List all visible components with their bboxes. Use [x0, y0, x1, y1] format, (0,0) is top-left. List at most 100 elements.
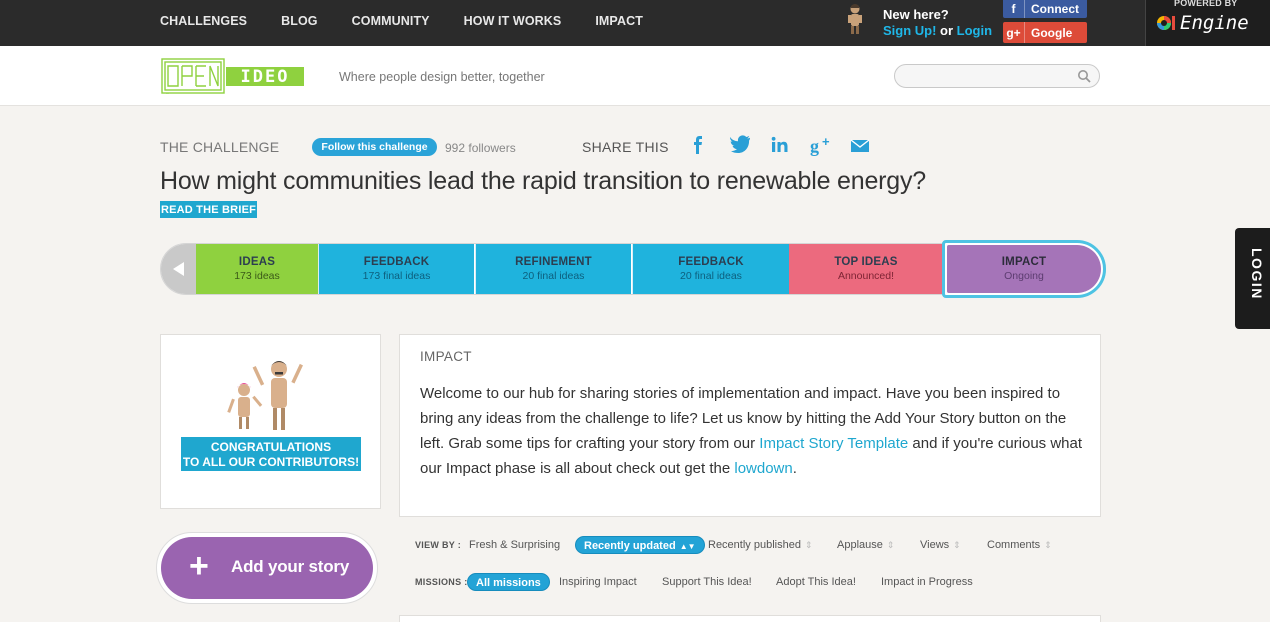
top-bar: CHALLENGES BLOG COMMUNITY HOW IT WORKS I…	[0, 0, 1270, 46]
search-input[interactable]	[894, 64, 1100, 88]
sort-fresh-surprising[interactable]: Fresh & Surprising	[469, 536, 560, 554]
impact-heading: IMPACT	[420, 349, 472, 364]
googleplus-icon[interactable]: g +	[810, 134, 850, 157]
followers-count: 992 followers	[445, 141, 516, 155]
share-icons: g +	[690, 134, 890, 157]
add-story-label: Add your story	[231, 557, 350, 576]
signup-link[interactable]: Sign Up!	[883, 23, 936, 38]
phase-bar: IDEAS 173 ideas FEEDBACK 173 final ideas…	[160, 240, 1106, 298]
congrats-line-2: TO ALL OUR CONTRIBUTORS!	[182, 455, 360, 469]
twitter-icon[interactable]	[730, 135, 770, 157]
powered-by-engine[interactable]: POWERED BY Engine	[1145, 0, 1270, 46]
or-text: or	[936, 23, 957, 38]
mission-impact-in-progress[interactable]: Impact in Progress	[881, 573, 973, 591]
facebook-icon[interactable]	[690, 135, 730, 157]
missions-filter-bar: MISSIONS : All missions Inspiring Impact…	[415, 573, 1015, 591]
phase-top-ideas[interactable]: TOP IDEAS Announced!	[789, 244, 943, 294]
mission-inspiring-impact[interactable]: Inspiring Impact	[559, 573, 637, 591]
sort-recently-updated[interactable]: Recently updated ▲▼	[575, 536, 705, 554]
phase-name: IDEAS	[238, 256, 276, 268]
mission-all[interactable]: All missions	[467, 573, 550, 591]
contributors-illustration	[227, 361, 303, 430]
impact-text-3: .	[792, 460, 797, 477]
sort-arrows-icon: ▲▼	[679, 542, 696, 551]
phase-impact-fill: IMPACT Ongoing	[947, 245, 1101, 293]
challenge-label: THE CHALLENGE	[160, 139, 280, 155]
mission-adopt-this-idea[interactable]: Adopt This Idea!	[776, 573, 856, 591]
logo-open-text: OPEN	[166, 93, 169, 95]
chevron-left-icon	[173, 262, 184, 276]
phase-feedback-2[interactable]: FEEDBACK 20 final ideas	[632, 244, 789, 294]
view-by-bar: VIEW BY : Fresh & Surprising Recently up…	[415, 536, 1075, 554]
sort-arrows-icon: ⇕	[1044, 540, 1052, 550]
sort-option-label: Applause	[837, 539, 883, 551]
site-header: OPEN IDEO Where people design better, to…	[0, 46, 1270, 106]
story-list-top	[399, 615, 1101, 622]
phase-name: FEEDBACK	[678, 256, 744, 268]
svg-text:+: +	[822, 135, 830, 149]
logo-ideo-text: IDEO	[241, 67, 290, 87]
view-by-label: VIEW BY :	[415, 540, 462, 550]
googleplus-icon: g+	[1003, 22, 1025, 43]
phase-impact[interactable]: IMPACT Ongoing	[942, 240, 1106, 298]
sort-option-label: Fresh & Surprising	[469, 539, 561, 551]
impact-story-template-link[interactable]: Impact Story Template	[759, 435, 908, 452]
phase-sub: 173 ideas	[234, 270, 280, 282]
congrats-banner: CONGRATULATIONS TO ALL OUR CONTRIBUTORS!	[181, 437, 361, 471]
tagline: Where people design better, together	[339, 70, 545, 84]
login-link[interactable]: Login	[957, 23, 992, 38]
nav-how-it-works[interactable]: HOW IT WORKS	[464, 14, 562, 28]
search-icon[interactable]	[1077, 69, 1091, 83]
email-icon[interactable]	[850, 135, 890, 157]
follow-challenge-button[interactable]: Follow this challenge	[312, 138, 437, 156]
facebook-connect-button[interactable]: f Connect	[1003, 0, 1087, 18]
phase-refinement[interactable]: REFINEMENT 20 final ideas	[475, 244, 631, 294]
plus-icon: +	[189, 547, 209, 585]
lowdown-link[interactable]: lowdown	[734, 460, 792, 477]
phase-feedback-1[interactable]: FEEDBACK 173 final ideas	[318, 244, 474, 294]
top-nav: CHALLENGES BLOG COMMUNITY HOW IT WORKS I…	[160, 0, 643, 42]
nav-challenges[interactable]: CHALLENGES	[160, 14, 247, 28]
login-tab-label: LOGIN	[1249, 248, 1265, 300]
phase-name: REFINEMENT	[515, 256, 592, 268]
google-label: Google	[1031, 25, 1073, 40]
engine-brand: Engine	[1180, 12, 1249, 34]
phase-sub: 173 final ideas	[362, 270, 431, 282]
avatar-figure-icon	[848, 4, 862, 34]
phase-name: FEEDBACK	[363, 256, 430, 268]
add-story-button-frame: + Add your story	[156, 532, 378, 604]
sort-option-label: Views	[920, 539, 950, 551]
nav-blog[interactable]: BLOG	[281, 14, 318, 28]
sort-recently-published[interactable]: Recently published ⇕	[708, 536, 813, 554]
missions-label: MISSIONS :	[415, 577, 468, 587]
nav-impact[interactable]: IMPACT	[595, 14, 643, 28]
congrats-line-1: CONGRATULATIONS	[210, 440, 332, 454]
svg-text:g: g	[810, 136, 819, 156]
new-here-text: New here?	[883, 7, 949, 22]
openideo-logo[interactable]: OPEN IDEO	[160, 56, 306, 96]
mission-support-this-idea[interactable]: Support This Idea!	[662, 573, 752, 591]
engine-logo-icon	[1157, 16, 1171, 30]
sort-option-label: Comments	[987, 539, 1041, 551]
sort-applause[interactable]: Applause ⇕	[837, 536, 894, 554]
phase-name: TOP IDEAS	[834, 256, 898, 268]
facebook-connect-label: Connect	[1031, 2, 1079, 16]
google-login-button[interactable]: g+ Google	[1003, 22, 1087, 43]
sort-views[interactable]: Views ⇕	[920, 536, 961, 554]
add-story-button[interactable]: + Add your story	[161, 537, 373, 599]
congrats-card: CONGRATULATIONS TO ALL OUR CONTRIBUTORS!	[160, 334, 381, 509]
nav-community[interactable]: COMMUNITY	[352, 14, 430, 28]
engine-divider-icon	[1172, 16, 1175, 30]
read-brief-button[interactable]: READ THE BRIEF	[160, 201, 257, 218]
login-side-tab[interactable]: LOGIN	[1235, 228, 1270, 329]
engine-logo: Engine	[1156, 12, 1249, 34]
sort-comments[interactable]: Comments ⇕	[987, 536, 1052, 554]
phase-name: IMPACT	[1001, 256, 1047, 268]
phase-ideas[interactable]: IDEAS 173 ideas	[196, 244, 318, 294]
sort-option-label: Recently published	[708, 539, 801, 551]
sort-arrows-icon: ⇕	[886, 540, 895, 550]
signup-login-text: Sign Up! or Login	[883, 23, 992, 38]
sort-arrows-icon: ⇕	[953, 540, 961, 550]
linkedin-icon[interactable]	[770, 135, 810, 157]
challenge-title: How might communities lead the rapid tra…	[160, 167, 926, 195]
